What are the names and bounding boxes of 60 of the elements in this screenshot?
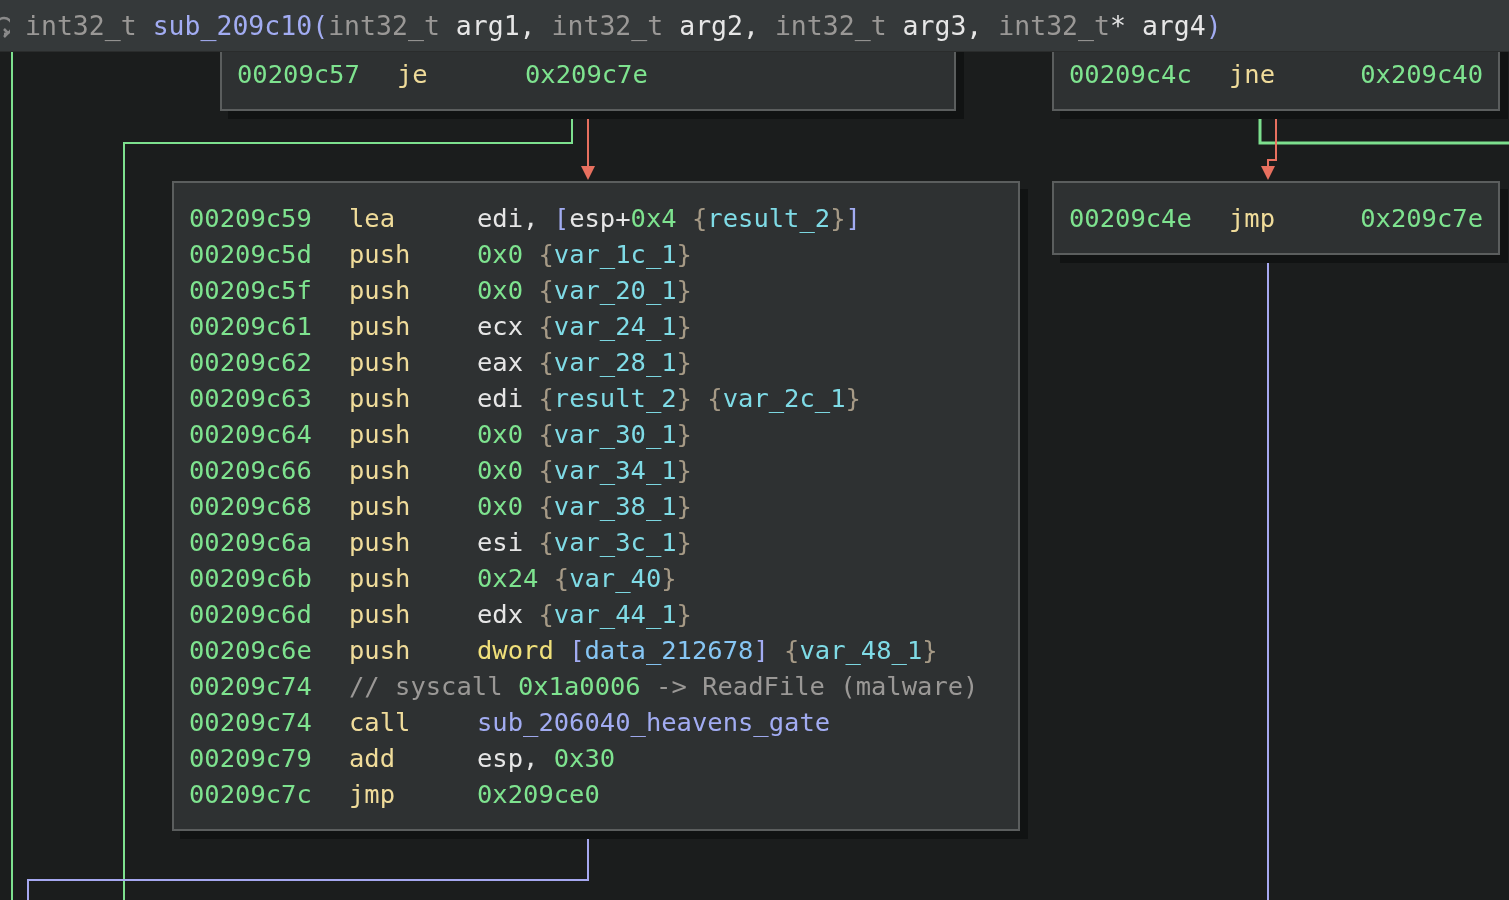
address-text: 00209c6a — [189, 526, 313, 559]
mnemonic-text: add — [349, 742, 397, 775]
address-text: 00209c7c — [189, 778, 313, 811]
operand-text: 0x209c7e — [1360, 202, 1483, 235]
mnemonic-text: lea — [349, 202, 397, 235]
address-text: 00209c68 — [189, 490, 313, 523]
operand-text: 0x0 {var_30_1} — [477, 418, 692, 451]
address-text: 00209c57 — [237, 58, 361, 91]
operand-text: eax {var_28_1} — [477, 346, 692, 379]
operand-text: 0x209ce0 — [477, 778, 600, 811]
address-text: 00209c74 — [189, 670, 313, 703]
operand-text: edi {result_2} {var_2c_1} — [477, 382, 861, 415]
address-text: 00209c66 — [189, 454, 313, 487]
operand-text: 0x0 {var_20_1} — [477, 274, 692, 307]
mnemonic-text: push — [349, 274, 412, 307]
operand-text: 0x209c40 — [1360, 58, 1483, 91]
mnemonic-text: push — [349, 418, 412, 451]
mnemonic-text: push — [349, 634, 412, 667]
operand-text: esi {var_3c_1} — [477, 526, 692, 559]
operand-text: 0x0 {var_38_1} — [477, 490, 692, 523]
operand-text: edi, [esp+0x4 {result_2}] — [477, 202, 861, 235]
mnemonic-text: jmp — [1229, 202, 1277, 235]
mnemonic-text: push — [349, 598, 412, 631]
address-text: 00209c5d — [189, 238, 313, 271]
mnemonic-text: jmp — [349, 778, 397, 811]
mnemonic-text: push — [349, 346, 412, 379]
mnemonic-text: push — [349, 454, 412, 487]
address-text: 00209c62 — [189, 346, 313, 379]
operand-text: esp, 0x30 — [477, 742, 616, 775]
operand-text: ecx {var_24_1} — [477, 310, 692, 343]
address-text: 00209c63 — [189, 382, 313, 415]
address-text: 00209c4c — [1069, 58, 1193, 91]
address-text: 00209c4e — [1069, 202, 1193, 235]
mnemonic-text: push — [349, 310, 412, 343]
address-text: 00209c6e — [189, 634, 313, 667]
mnemonic-text: je — [397, 58, 429, 91]
operand-text: dword [data_212678] {var_48_1} — [477, 634, 938, 667]
address-text: 00209c79 — [189, 742, 313, 775]
address-text: 00209c74 — [189, 706, 313, 739]
operand-text: 0x0 {var_34_1} — [477, 454, 692, 487]
address-text: 00209c61 — [189, 310, 313, 343]
mnemonic-text: call — [349, 706, 412, 739]
operand-text: sub_206040_heavens_gate — [477, 706, 831, 739]
mnemonic-text: push — [349, 562, 412, 595]
operand-text: edx {var_44_1} — [477, 598, 692, 631]
address-text: 00209c64 — [189, 418, 313, 451]
mnemonic-text: push — [349, 238, 412, 271]
address-text: 00209c59 — [189, 202, 313, 235]
mnemonic-text: push — [349, 490, 412, 523]
function-signature: int32_t sub_209c10(int32_t arg1, int32_t arg2, int32_t arg3, int32_t* arg4) — [25, 10, 1222, 41]
comment-text: // syscall 0x1a0006 -> ReadFile (malware) — [349, 670, 979, 703]
address-text: 00209c5f — [189, 274, 313, 307]
mnemonic-text: jne — [1229, 58, 1277, 91]
address-text: 00209c6b — [189, 562, 313, 595]
operand-text: 0x209c7e — [525, 58, 648, 91]
operand-text: 0x0 {var_1c_1} — [477, 238, 692, 271]
address-text: 00209c6d — [189, 598, 313, 631]
operand-text: 0x24 {var_40} — [477, 562, 677, 595]
mnemonic-text: push — [349, 526, 412, 559]
mnemonic-text: push — [349, 382, 412, 415]
